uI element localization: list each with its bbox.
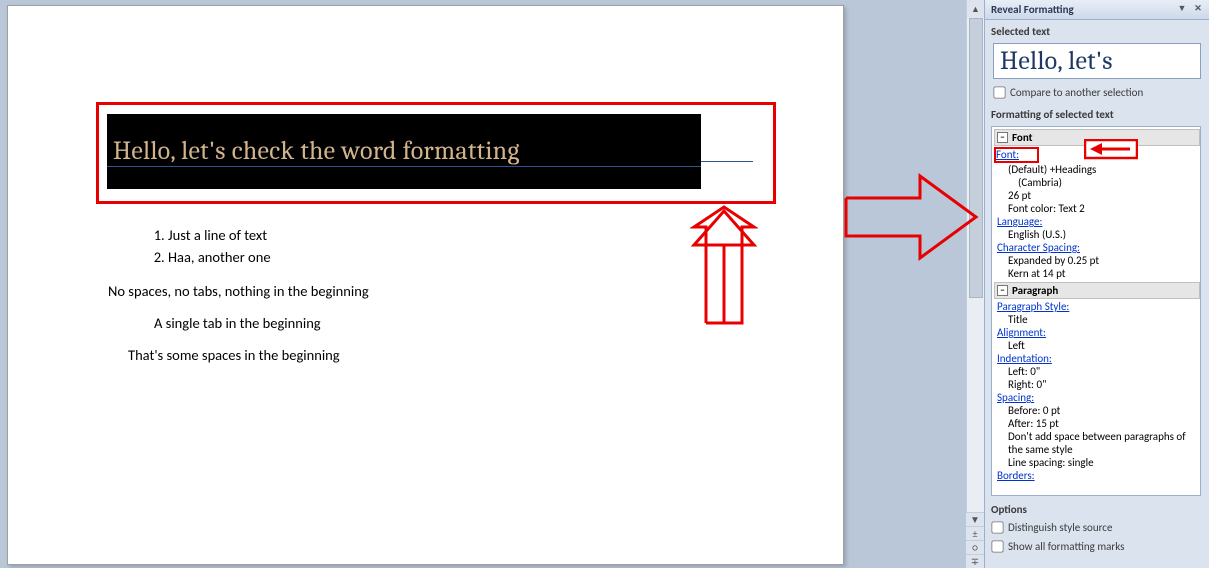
vertical-scrollbar[interactable]: ▲ <box>966 0 984 568</box>
line-spacing: Line spacing: single <box>994 456 1200 469</box>
scroll-up-button[interactable]: ▲ <box>967 0 984 18</box>
document-area[interactable]: Hello, let's check the word formatting J… <box>0 0 984 568</box>
document-title[interactable]: Hello, let's check the word formatting <box>107 136 701 167</box>
indentation-link[interactable]: Indentation: <box>994 352 1200 365</box>
selected-text-preview[interactable]: Hello, let's <box>993 43 1201 79</box>
group-title: Paragraph <box>1012 284 1058 297</box>
spacing-link[interactable]: Spacing: <box>994 391 1200 404</box>
spacing-after: After: 15 pt <box>994 417 1200 430</box>
paragraph-style: Title <box>994 313 1200 326</box>
paragraph-group-header[interactable]: − Paragraph <box>994 282 1200 299</box>
spacing-before: Before: 0 pt <box>994 404 1200 417</box>
title-selection-highlight: Hello, let's check the word formatting <box>107 114 701 189</box>
formatting-tree-scroll[interactable]: − Font Font: (Default) +Headings (Cambri… <box>992 127 1200 495</box>
show-marks-checkbox[interactable] <box>991 540 1003 552</box>
collapse-toggle-icon[interactable]: − <box>997 285 1008 296</box>
collapse-toggle-icon[interactable]: − <box>997 132 1008 143</box>
show-marks-row[interactable]: Show all formatting marks <box>991 538 1203 557</box>
browse-select-button[interactable]: ○ <box>966 540 984 554</box>
borders-link[interactable]: Borders: <box>994 469 1200 482</box>
pane-close-button[interactable]: ✕ <box>1190 3 1206 17</box>
alignment-value: Left <box>994 339 1200 352</box>
options-label: Options <box>991 498 1203 519</box>
numbered-list[interactable]: Just a line of text Haa, another one No … <box>150 224 745 364</box>
distinguish-style-row[interactable]: Distinguish style source <box>991 519 1203 538</box>
indent-left: Left: 0" <box>994 365 1200 378</box>
paragraph-style-link[interactable]: Paragraph Style: <box>994 300 1200 313</box>
show-marks-label: Show all formatting marks <box>1008 540 1124 553</box>
font-name: (Cambria) <box>994 176 1200 189</box>
char-spacing-expanded: Expanded by 0.25 pt <box>994 254 1200 267</box>
annotation-arrow-left-small-icon <box>1084 139 1138 161</box>
body-paragraph[interactable]: That's some spaces in the beginning <box>128 346 745 364</box>
group-title: Font <box>1012 131 1032 144</box>
font-size: 26 pt <box>994 189 1200 202</box>
reveal-formatting-pane: Reveal Formatting ▼ ✕ Selected text Hell… <box>984 0 1209 568</box>
formatting-label: Formatting of selected text <box>985 103 1209 124</box>
distinguish-style-label: Distinguish style source <box>1008 521 1112 534</box>
char-spacing-kern: Kern at 14 pt <box>994 267 1200 280</box>
list-item[interactable]: Haa, another one <box>168 246 745 268</box>
page-nav-buttons[interactable]: ▼ ± ○ ∓ <box>966 512 984 568</box>
pane-header: Reveal Formatting ▼ ✕ <box>985 0 1209 20</box>
list-item[interactable]: Just a line of text <box>168 224 745 246</box>
body-paragraph[interactable]: A single tab in the beginning <box>154 314 745 332</box>
dont-add-space: Don't add space between paragraphs of th… <box>994 430 1200 456</box>
font-color: Font color: Text 2 <box>994 202 1200 215</box>
formatting-tree: − Font Font: (Default) +Headings (Cambri… <box>991 126 1201 496</box>
pane-menu-button[interactable]: ▼ <box>1174 3 1190 17</box>
font-default: (Default) +Headings <box>994 163 1200 176</box>
options-section: Options Distinguish style source Show al… <box>985 496 1209 559</box>
scroll-down-button[interactable]: ▼ <box>966 512 984 526</box>
annotation-box-title: Hello, let's check the word formatting <box>96 102 776 204</box>
indent-right: Right: 0" <box>994 378 1200 391</box>
font-link[interactable]: Font: <box>994 147 1039 163</box>
selected-text-label: Selected text <box>985 20 1209 41</box>
alignment-link[interactable]: Alignment: <box>994 326 1200 339</box>
character-spacing-link[interactable]: Character Spacing: <box>994 241 1200 254</box>
browse-next-button[interactable]: ∓ <box>966 554 984 568</box>
distinguish-style-checkbox[interactable] <box>991 521 1003 533</box>
browse-prev-button[interactable]: ± <box>966 526 984 540</box>
pane-title: Reveal Formatting <box>991 3 1074 16</box>
body-paragraph[interactable]: No spaces, no tabs, nothing in the begin… <box>108 282 745 300</box>
annotation-arrow-up-icon <box>690 205 758 325</box>
compare-label: Compare to another selection <box>1010 86 1143 99</box>
compare-checkbox[interactable] <box>993 86 1005 98</box>
language-value: English (U.S.) <box>994 228 1200 241</box>
compare-checkbox-row[interactable]: Compare to another selection <box>985 84 1209 103</box>
annotation-arrow-right-icon <box>842 168 982 266</box>
title-underline-tail <box>701 161 753 162</box>
language-link[interactable]: Language: <box>994 215 1200 228</box>
